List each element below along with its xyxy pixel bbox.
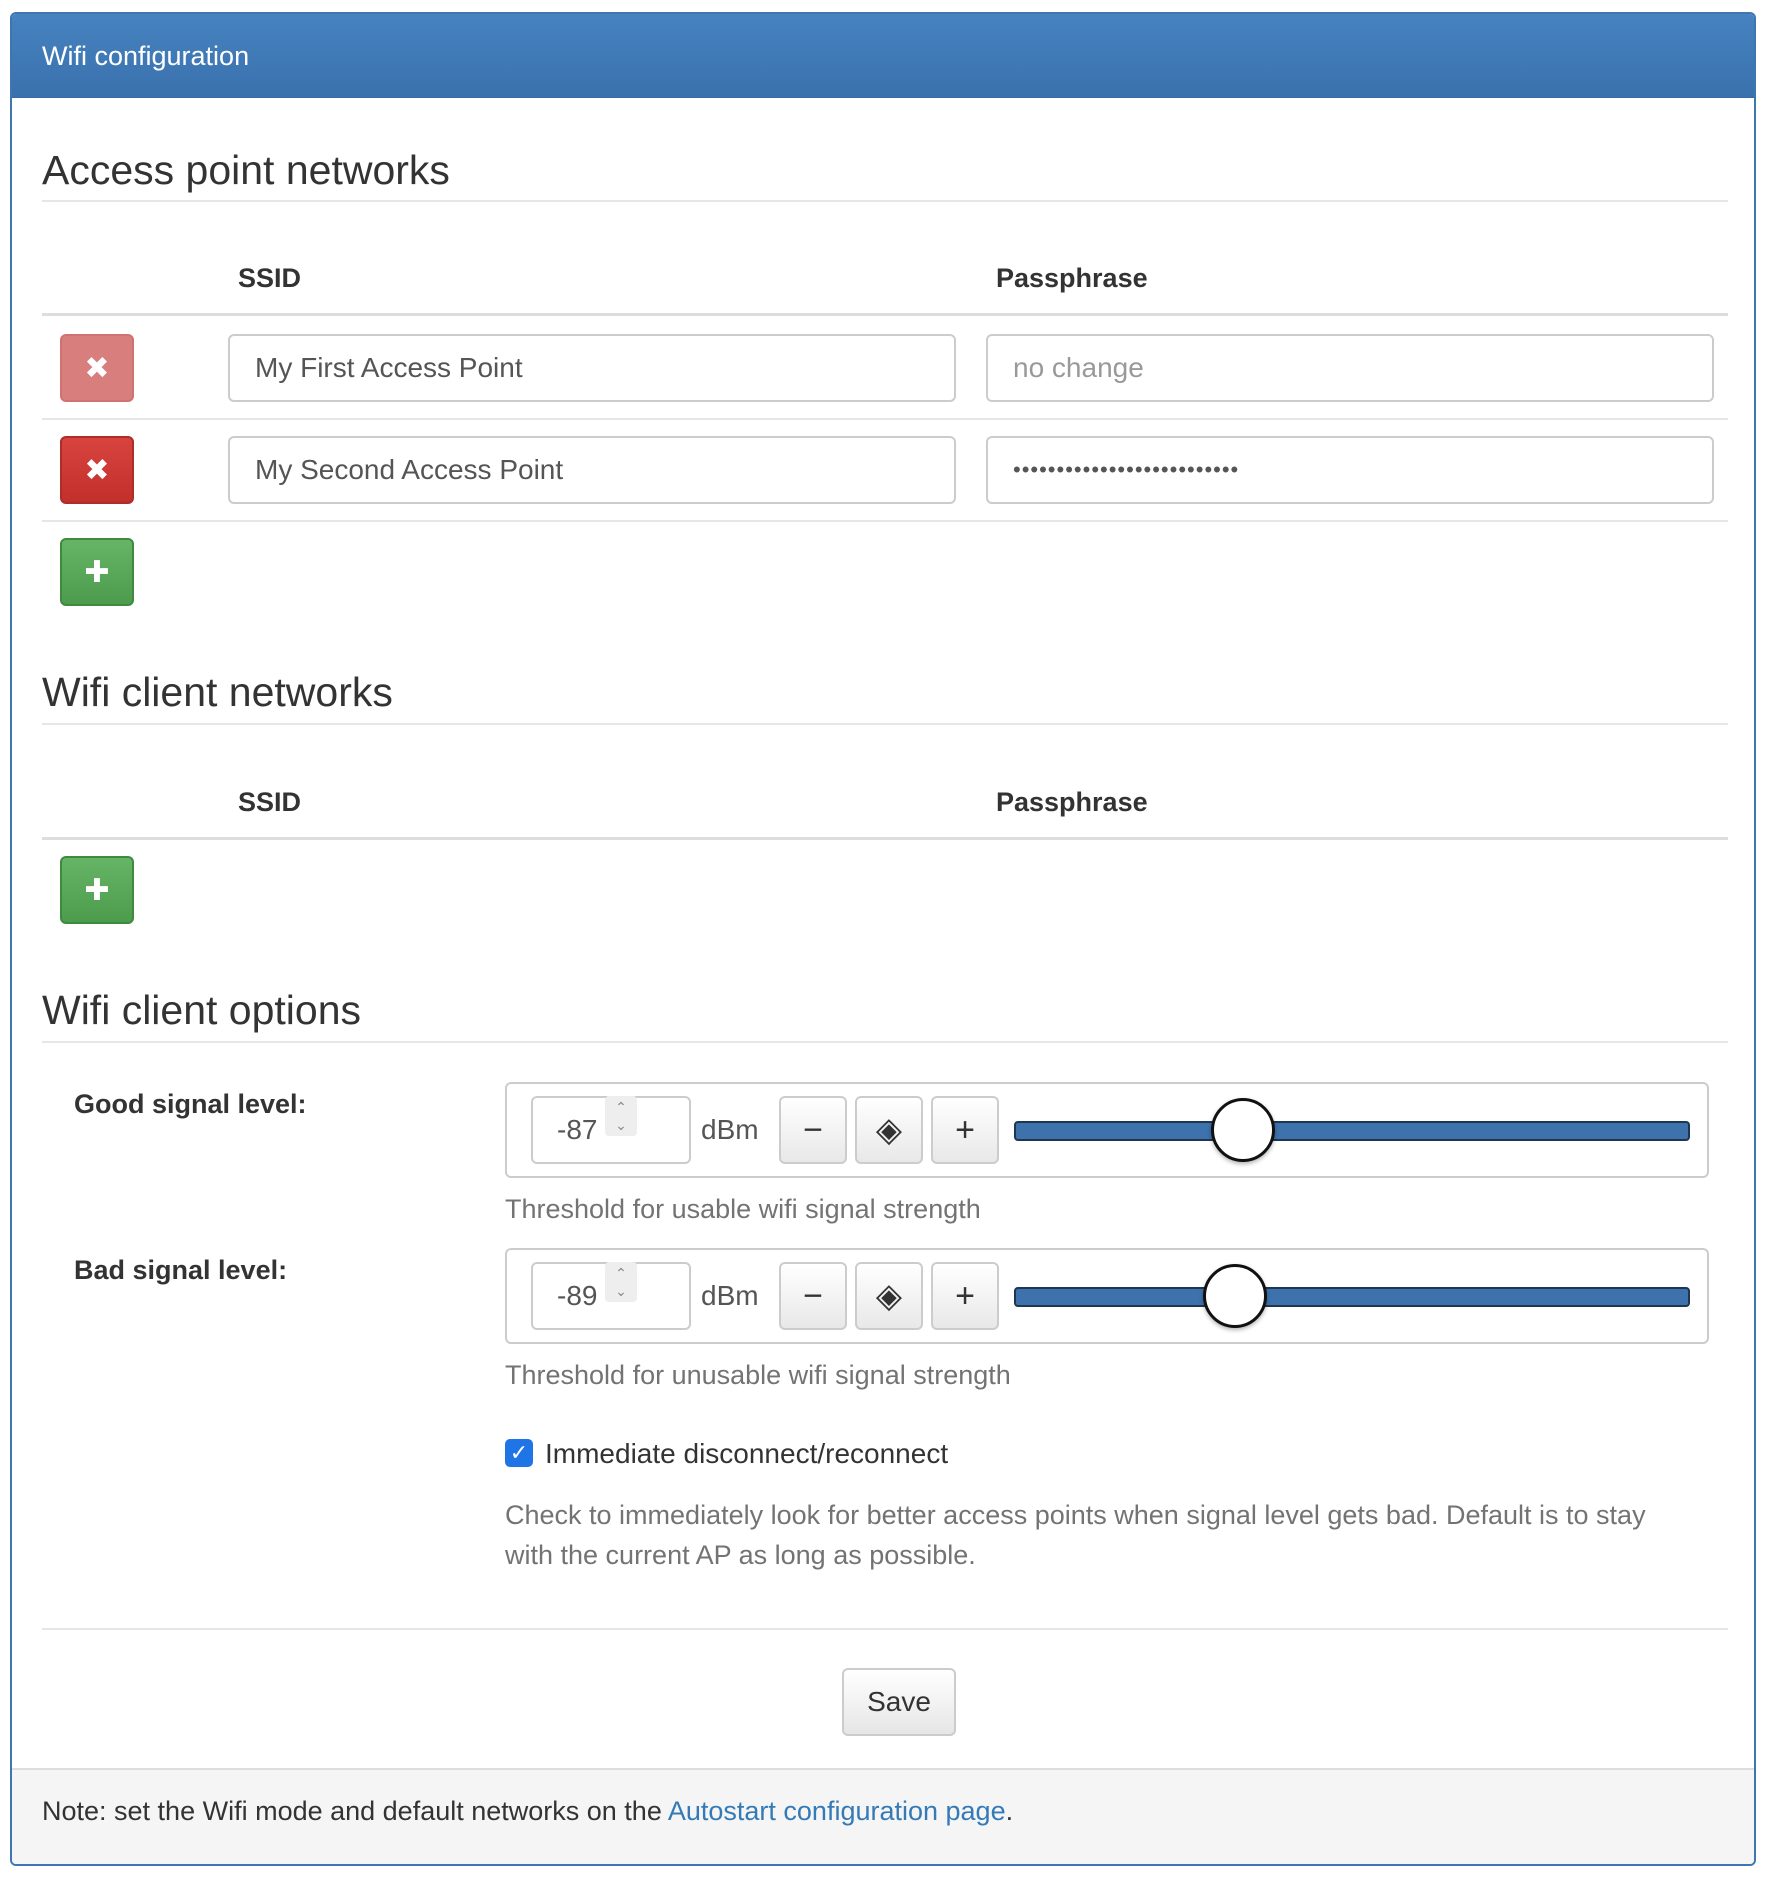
good-signal-help: Threshold for usable wifi signal strengt… — [505, 1194, 981, 1224]
remove-ap-button[interactable]: ✖ — [60, 436, 134, 504]
footer-text: Note: set the Wifi mode and default netw… — [42, 1796, 668, 1826]
client-networks-heading: Wifi client networks — [42, 669, 393, 715]
client-passphrase-column-header: Passphrase — [996, 787, 1148, 817]
remove-icon: ✖ — [84, 351, 110, 385]
plus-icon: + — [955, 1110, 975, 1149]
divider — [42, 1628, 1728, 1630]
immediate-disconnect-label[interactable]: Immediate disconnect/reconnect — [545, 1438, 948, 1470]
good-signal-label: Good signal level: — [74, 1089, 307, 1119]
immediate-disconnect-checkbox[interactable]: ✓ — [505, 1439, 533, 1467]
row-divider — [42, 418, 1728, 420]
minus-icon: − — [803, 1110, 823, 1149]
slider-thumb[interactable] — [1203, 1264, 1268, 1328]
autostart-config-link[interactable]: Autostart configuration page — [668, 1796, 1006, 1826]
divider — [42, 200, 1728, 202]
bad-signal-help: Threshold for unusable wifi signal stren… — [505, 1360, 1011, 1390]
footer-end: . — [1005, 1796, 1014, 1826]
remove-icon: ✖ — [84, 453, 110, 487]
add-ap-button[interactable]: ✚ — [60, 538, 134, 606]
bad-signal-control: -89 ⌃ ⌄ dBm − ◈ + — [505, 1248, 1709, 1344]
client-options-heading: Wifi client options — [42, 987, 362, 1033]
immediate-help-line2: with the current AP as long as possible. — [505, 1540, 976, 1570]
bad-signal-slider[interactable] — [1014, 1264, 1690, 1328]
decrement-button[interactable]: − — [779, 1262, 847, 1330]
minus-icon: − — [803, 1276, 823, 1315]
diamond-icon: ◈ — [875, 1111, 903, 1149]
good-signal-control: -87 ⌃ ⌄ dBm − ◈ + — [505, 1082, 1709, 1178]
immediate-help-line1: Check to immediately look for better acc… — [505, 1500, 1646, 1530]
table-header-divider — [42, 837, 1728, 840]
ap-ssid-column-header: SSID — [238, 263, 302, 293]
spinner-arrows-icon[interactable]: ⌃ ⌄ — [605, 1096, 637, 1136]
row-divider — [42, 520, 1728, 522]
plus-icon: ✚ — [84, 555, 110, 589]
ap-passphrase-input[interactable]: no change — [986, 334, 1714, 402]
slider-thumb[interactable] — [1211, 1098, 1276, 1162]
bad-signal-label: Bad signal level: — [74, 1255, 288, 1285]
divider — [42, 1041, 1728, 1043]
access-point-heading: Access point networks — [42, 147, 450, 193]
plus-icon: ✚ — [84, 873, 110, 907]
spinner-arrows-icon[interactable]: ⌃ ⌄ — [605, 1262, 637, 1302]
good-signal-slider[interactable] — [1014, 1098, 1690, 1162]
remove-ap-button[interactable]: ✖ — [60, 334, 134, 402]
reset-button[interactable]: ◈ — [855, 1096, 923, 1164]
unit-label: dBm — [701, 1280, 759, 1311]
unit-label: dBm — [701, 1114, 759, 1145]
increment-button[interactable]: + — [931, 1262, 999, 1330]
decrement-button[interactable]: − — [779, 1096, 847, 1164]
panel-title: Wifi configuration — [12, 14, 1754, 98]
ap-ssid-input[interactable]: My First Access Point — [228, 334, 956, 402]
checkmark-icon: ✓ — [509, 1440, 529, 1465]
divider — [42, 723, 1728, 725]
add-client-network-button[interactable]: ✚ — [60, 856, 134, 924]
ap-ssid-input[interactable]: My Second Access Point — [228, 436, 956, 504]
table-header-divider — [42, 313, 1728, 316]
footer-note: Note: set the Wifi mode and default netw… — [12, 1768, 1754, 1864]
save-button[interactable]: Save — [842, 1668, 956, 1736]
ap-passphrase-column-header: Passphrase — [996, 263, 1148, 293]
reset-button[interactable]: ◈ — [855, 1262, 923, 1330]
ap-passphrase-input[interactable]: •••••••••••••••••••••••••• — [986, 436, 1714, 504]
client-ssid-column-header: SSID — [238, 787, 302, 817]
plus-icon: + — [955, 1276, 975, 1315]
diamond-icon: ◈ — [875, 1277, 903, 1315]
increment-button[interactable]: + — [931, 1096, 999, 1164]
wifi-config-panel: Wifi configuration Access point networks… — [10, 12, 1756, 1866]
